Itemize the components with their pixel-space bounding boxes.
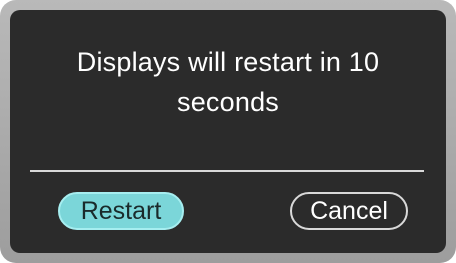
cancel-button[interactable]: Cancel [290,192,408,230]
dialog-message: Displays will restart in 10 seconds [10,42,446,122]
dialog-message-line-1: Displays will restart in 10 [76,47,380,77]
restart-button[interactable]: Restart [58,192,184,230]
window-frame: Displays will restart in 10 seconds Rest… [0,0,456,263]
dialog-message-line-2: seconds [177,87,279,117]
restart-dialog: Displays will restart in 10 seconds Rest… [10,10,446,253]
dialog-divider [30,170,424,172]
